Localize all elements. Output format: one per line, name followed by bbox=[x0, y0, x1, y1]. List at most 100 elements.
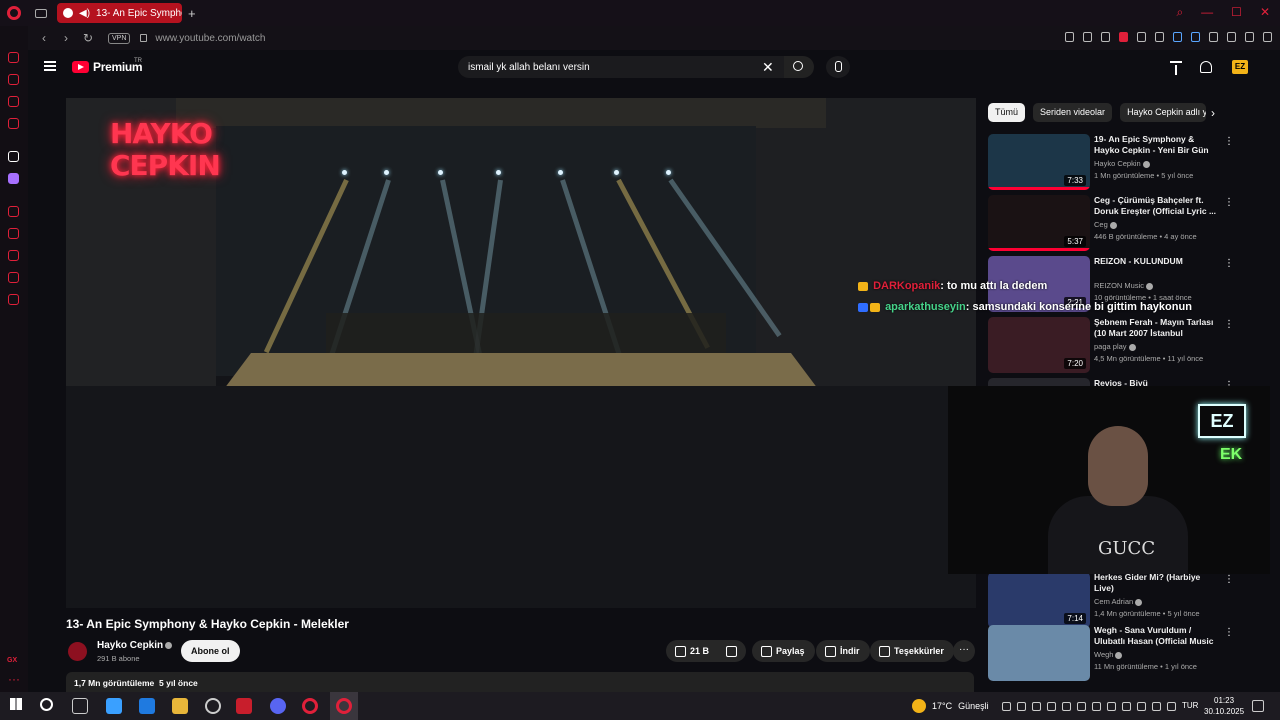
history-icon[interactable] bbox=[8, 250, 19, 261]
close-window-button[interactable]: ✕ bbox=[1260, 5, 1270, 20]
tray-discord-icon[interactable] bbox=[1017, 702, 1026, 711]
obs-icon[interactable] bbox=[205, 698, 221, 714]
active-taskbar-app[interactable] bbox=[330, 692, 358, 720]
clear-search-icon[interactable]: ✕ bbox=[762, 59, 774, 76]
file-explorer-icon[interactable] bbox=[172, 698, 188, 714]
opera-icon[interactable] bbox=[302, 698, 318, 714]
more-options-icon[interactable]: ⋮ bbox=[1224, 319, 1234, 330]
recommendation-channel[interactable]: Ceg bbox=[1094, 220, 1117, 229]
recommendation-title[interactable]: REIZON - KULUNDUM bbox=[1094, 256, 1218, 267]
search-tabs-icon[interactable]: ⌕ bbox=[1176, 5, 1183, 20]
steam-icon[interactable] bbox=[1002, 702, 1011, 711]
chip-all[interactable]: Tümü bbox=[988, 103, 1026, 122]
speaker-icon[interactable]: ◀) bbox=[79, 8, 90, 19]
video-thumbnail[interactable]: 7:14 bbox=[988, 572, 1090, 628]
more-options-icon[interactable]: ⋮ bbox=[1224, 258, 1234, 269]
recommendation-channel[interactable]: Cem Adrian bbox=[1094, 597, 1143, 606]
recommendation-item[interactable]: 7:20 Şebnem Ferah - Mayın Tarlası (10 Mar… bbox=[988, 317, 1268, 373]
recommendation-title[interactable]: Ceg - Çürümüş Bahçeler ft. Doruk Ereşter… bbox=[1094, 195, 1218, 217]
recommendation-item[interactable]: Wegh - Sana Vuruldum / Ulubatlı Hasan (O… bbox=[988, 625, 1268, 681]
lock-icon[interactable] bbox=[140, 34, 148, 42]
sidebar-more-icon[interactable]: ··· bbox=[8, 672, 20, 686]
hamburger-menu-icon[interactable] bbox=[44, 61, 56, 71]
volume-icon[interactable] bbox=[1167, 702, 1176, 711]
windows-start-icon[interactable] bbox=[10, 698, 26, 714]
more-options-icon[interactable]: ⋮ bbox=[1224, 627, 1234, 638]
account-avatar[interactable]: EZ bbox=[1232, 60, 1248, 74]
back-icon[interactable]: ‹ bbox=[38, 31, 50, 45]
edge-icon[interactable] bbox=[139, 698, 155, 714]
like-button[interactable]: 21 B bbox=[666, 640, 720, 662]
recommendation-channel[interactable]: REIZON Music bbox=[1094, 281, 1154, 290]
recommendation-item[interactable]: 5:37 Ceg - Çürümüş Bahçeler ft. Doruk Ere… bbox=[988, 195, 1268, 251]
clock[interactable]: 01:23 30.10.2025 bbox=[1204, 695, 1244, 717]
bookmarks-icon[interactable] bbox=[8, 228, 19, 239]
active-tab[interactable]: ◀) 13- An Epic Symphony bbox=[57, 3, 182, 23]
bookmark-icon[interactable] bbox=[1101, 32, 1110, 42]
chevron-right-icon[interactable]: › bbox=[1211, 106, 1215, 120]
recommendation-title[interactable]: Şebnem Ferah - Mayın Tarlası (10 Mart 20… bbox=[1094, 317, 1218, 339]
forward-icon[interactable]: › bbox=[60, 31, 72, 45]
zoom-icon[interactable] bbox=[1065, 32, 1074, 42]
more-actions-button[interactable]: ··· bbox=[953, 640, 975, 662]
copilot-icon[interactable] bbox=[106, 698, 122, 714]
sidebar-player-icon[interactable] bbox=[8, 206, 19, 217]
vpn-badge[interactable]: VPN bbox=[108, 32, 131, 44]
discord-icon[interactable] bbox=[270, 698, 286, 714]
recommendation-item[interactable]: 7:14 Herkes Gider Mi? (Harbiye Live) Cem A… bbox=[988, 572, 1268, 628]
menu-icon[interactable] bbox=[1263, 32, 1272, 42]
shield-extension-icon[interactable] bbox=[1119, 32, 1128, 42]
subscribe-button[interactable]: Abone ol bbox=[181, 640, 240, 662]
tray-app-icon[interactable] bbox=[1047, 702, 1056, 711]
profile-icon[interactable] bbox=[1227, 32, 1236, 42]
extension-icon[interactable] bbox=[1191, 32, 1200, 42]
channel-name[interactable]: Hayko Cepkin bbox=[97, 640, 173, 651]
recommendation-title[interactable]: 19- An Epic Symphony & Hayko Cepkin - Ye… bbox=[1094, 134, 1218, 156]
recommendation-item[interactable]: 7:33 19- An Epic Symphony & Hayko Cepkin … bbox=[988, 134, 1268, 190]
weather-widget[interactable]: 17°C Güneşli bbox=[912, 699, 989, 713]
snapshot-icon[interactable] bbox=[1083, 32, 1092, 42]
maximize-button[interactable]: ☐ bbox=[1231, 5, 1242, 20]
dislike-button[interactable] bbox=[716, 640, 746, 662]
gx-control-label[interactable]: GX bbox=[7, 657, 17, 664]
sidebar-news-icon[interactable] bbox=[8, 118, 19, 129]
send-icon[interactable] bbox=[1137, 32, 1146, 42]
reload-icon[interactable]: ↻ bbox=[82, 31, 94, 45]
video-thumbnail[interactable]: 7:33 bbox=[988, 134, 1090, 190]
create-icon[interactable] bbox=[1170, 61, 1182, 75]
sidebar-messenger-icon[interactable] bbox=[8, 96, 19, 107]
nvidia-icon[interactable] bbox=[1062, 702, 1071, 711]
chevron-up-icon[interactable] bbox=[1137, 702, 1146, 711]
sidebar-extensions-icon[interactable] bbox=[8, 272, 19, 283]
share-button[interactable]: Paylaş bbox=[752, 640, 815, 662]
chip-uploader[interactable]: Hayko Cepkin adlı yükleyicinin videoları bbox=[1120, 103, 1207, 122]
minimize-button[interactable]: — bbox=[1201, 5, 1213, 20]
video-thumbnail[interactable]: 5:37 bbox=[988, 195, 1090, 251]
settings-icon[interactable] bbox=[8, 294, 19, 305]
tray-app-icon[interactable] bbox=[1077, 702, 1086, 711]
microphone-icon[interactable] bbox=[1122, 702, 1131, 711]
recommendation-title[interactable]: Wegh - Sana Vuruldum / Ulubatlı Hasan (O… bbox=[1094, 625, 1218, 647]
chip-series[interactable]: Seriden videolar bbox=[1033, 103, 1113, 122]
puzzle-icon[interactable] bbox=[1209, 32, 1218, 42]
sidebar-app-icon[interactable] bbox=[8, 151, 19, 162]
download-button[interactable]: İndir bbox=[816, 640, 870, 662]
search-button[interactable] bbox=[784, 56, 814, 78]
video-player[interactable]: HAYKO CEPKIN bbox=[66, 98, 976, 608]
sidebar-store-icon[interactable] bbox=[8, 74, 19, 85]
tab-close-icon[interactable] bbox=[63, 8, 73, 18]
notifications-icon[interactable] bbox=[1200, 61, 1212, 73]
voice-search-icon[interactable] bbox=[826, 56, 850, 78]
video-thumbnail[interactable] bbox=[988, 625, 1090, 681]
download-icon[interactable] bbox=[1245, 32, 1254, 42]
tray-app-icon[interactable] bbox=[1107, 702, 1116, 711]
url-field[interactable]: www.youtube.com/watch bbox=[155, 33, 265, 44]
voicemod-icon[interactable] bbox=[236, 698, 252, 714]
tray-app-icon[interactable] bbox=[1032, 702, 1041, 711]
thanks-button[interactable]: Teşekkürler bbox=[870, 640, 954, 662]
video-thumbnail[interactable]: 7:20 bbox=[988, 317, 1090, 373]
youtube-logo[interactable]: Premium TR bbox=[72, 58, 143, 74]
network-icon[interactable] bbox=[1152, 702, 1161, 711]
taskbar-search-icon[interactable] bbox=[40, 698, 53, 711]
more-options-icon[interactable]: ⋮ bbox=[1224, 574, 1234, 585]
